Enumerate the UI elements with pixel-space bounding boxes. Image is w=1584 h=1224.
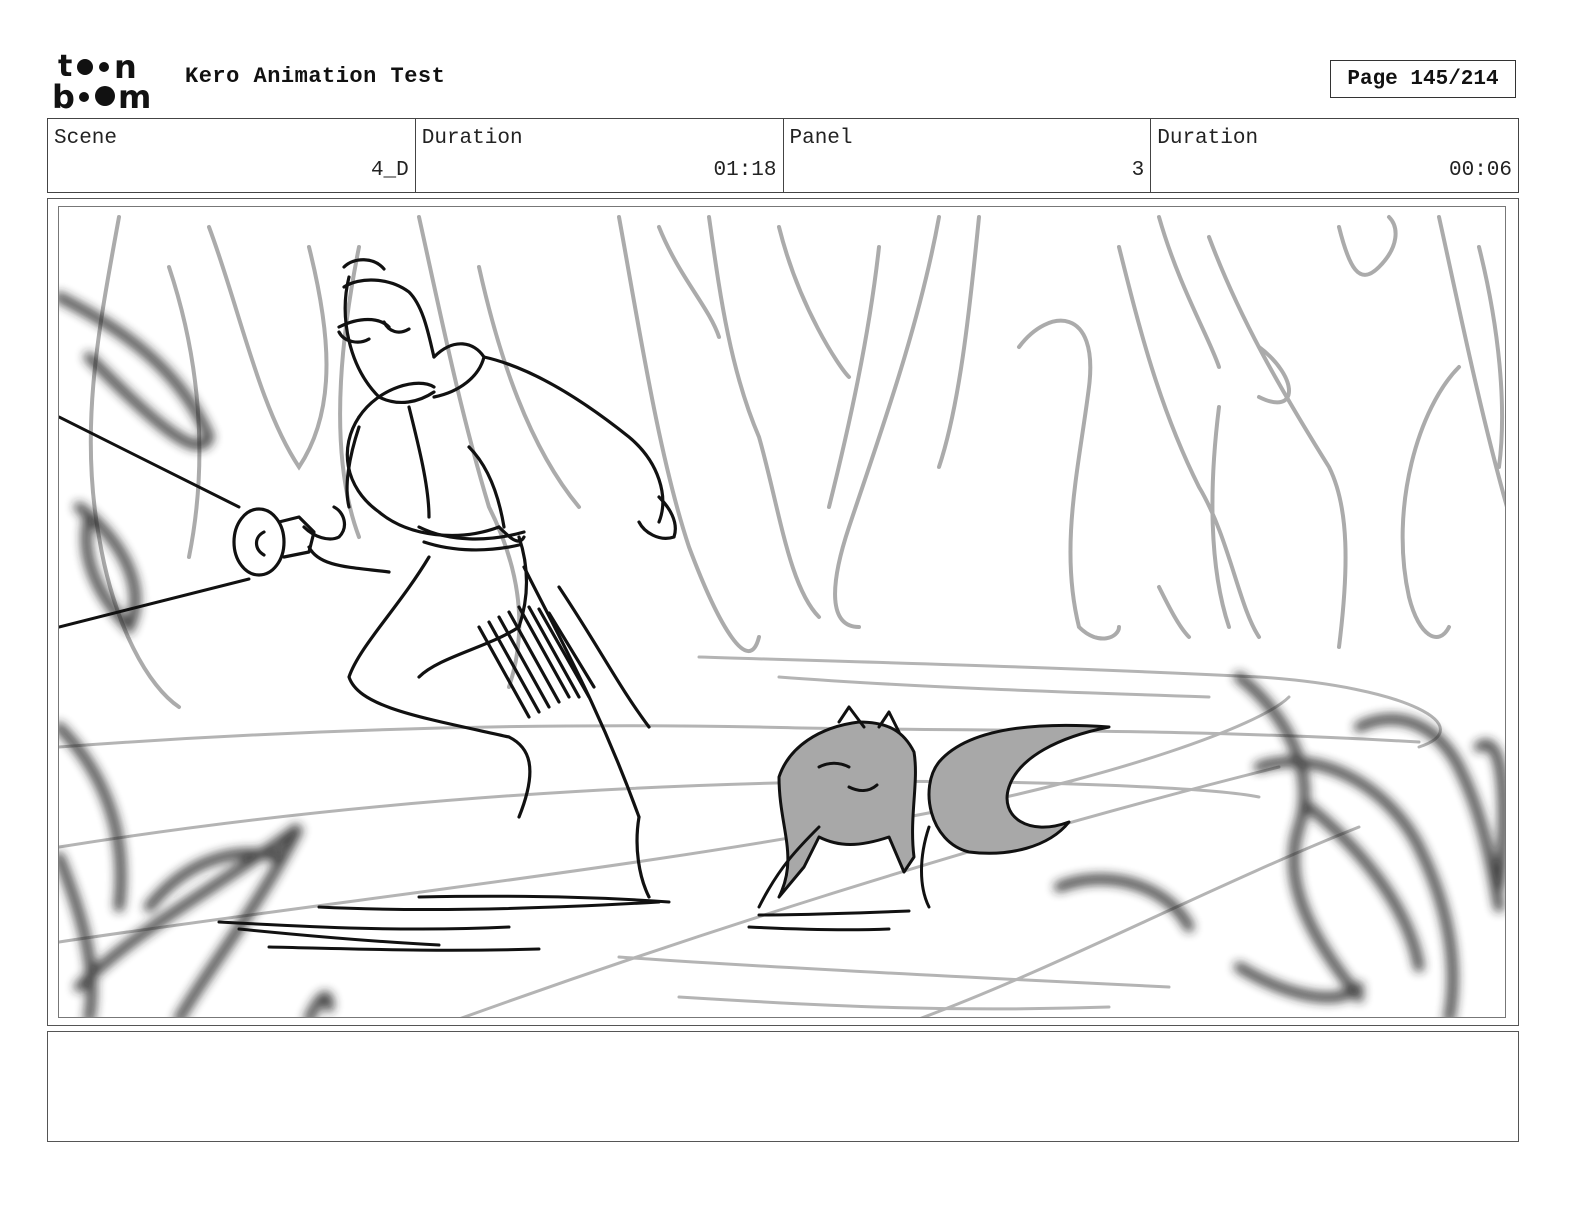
logo-dot [99,62,109,72]
panel-duration-value: 00:06 [1448,159,1512,182]
project-title: Kero Animation Test [185,64,446,89]
page-number: Page 145/214 [1347,67,1499,91]
foreground-foliage-right [1054,672,1505,1017]
logo-dot [95,86,115,106]
scene-duration-cell: Duration 01:18 [416,119,784,192]
logo-text-b: b [52,78,75,112]
panel-value: 3 [1131,159,1145,182]
logo-text-m: m [118,78,151,112]
page-number-box: Page 145/214 [1330,60,1516,98]
speed-lines-creature [747,909,911,932]
ground-lines-sketch [59,655,1442,1017]
creature-tail [927,723,1111,855]
scene-cell: Scene 4_D [48,119,416,192]
background-trees-sketch [88,215,1505,709]
panel-label: Panel [789,127,853,150]
storyboard-panel-frame [47,198,1519,1026]
logo-dot [79,92,89,102]
sketch-drawing [59,215,1505,1017]
running-man-figure [232,258,677,899]
scene-duration-label: Duration [421,127,523,150]
toon-boom-logo: t n b m [52,50,151,112]
panel-notes-box [47,1031,1519,1142]
panel-duration-label: Duration [1157,127,1259,150]
scene-label: Scene [54,127,118,150]
scene-info-table: Scene 4_D Duration 01:18 Panel 3 Duratio… [47,118,1519,193]
speed-lines-man [217,894,671,952]
creature-figure [757,705,1111,909]
panel-duration-cell: Duration 00:06 [1151,119,1518,192]
creature-body [777,720,917,899]
panel-cell: Panel 3 [784,119,1152,192]
logo-dot [77,59,93,75]
scene-duration-value: 01:18 [713,159,777,182]
storyboard-panel-image [58,206,1506,1018]
flashlight-head [232,507,286,577]
scene-value: 4_D [370,159,409,182]
